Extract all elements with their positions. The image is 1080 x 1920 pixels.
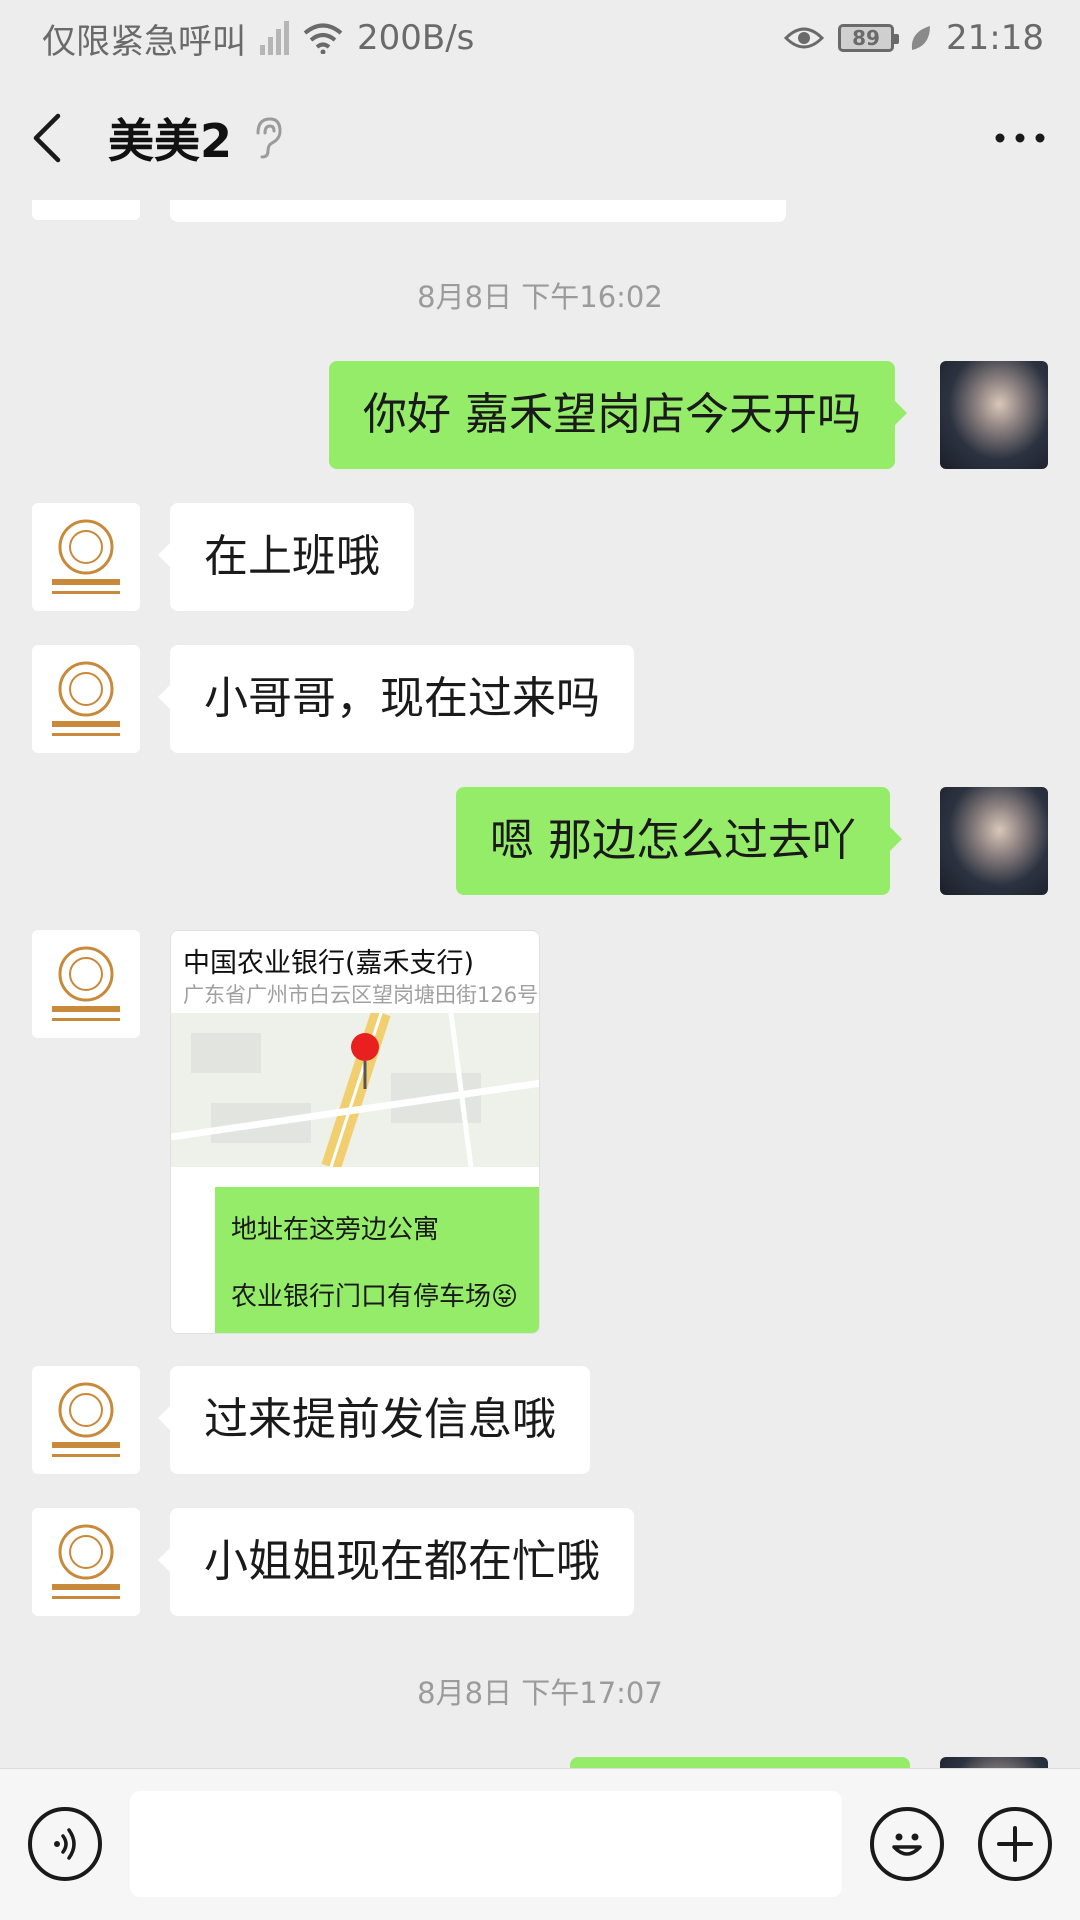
location-address: 广东省广州市白云区望岗塘田街126号 <box>183 983 539 1007</box>
avatar[interactable] <box>32 645 140 753</box>
message-bubble-partial[interactable] <box>570 1757 910 1768</box>
voice-button[interactable] <box>28 1807 102 1881</box>
more-button[interactable] <box>990 108 1050 168</box>
network-speed: 200B/s <box>357 18 475 58</box>
location-note: 地址在这旁边公寓 农业银行门口有停车场😝 <box>215 1187 539 1333</box>
location-name: 中国农业银行(嘉禾支行) <box>183 948 475 979</box>
avatar[interactable] <box>32 1508 140 1616</box>
clock: 21:18 <box>946 18 1044 58</box>
more-icon <box>995 133 1045 143</box>
message-bubble-outgoing[interactable]: 嗯 那边怎么过去吖 <box>456 787 902 895</box>
ear-icon <box>256 117 282 159</box>
eye-icon <box>784 27 825 49</box>
chat-area[interactable]: 8月8日 下午16:02 你好 嘉禾望岗店今天开吗 在上班哦 小哥哥，现在过来吗… <box>0 200 1080 1768</box>
battery-level: 89 <box>852 26 880 50</box>
message-text: 小哥哥，现在过来吗 <box>204 673 600 724</box>
message-input[interactable] <box>130 1791 842 1897</box>
timestamp: 8月8日 下午17:07 <box>417 1676 663 1710</box>
timestamp: 8月8日 下午16:02 <box>417 280 663 314</box>
nav-bar: 美美2 <box>0 76 1080 200</box>
shop-logo-icon <box>52 661 120 736</box>
message-bubble-incoming[interactable]: 在上班哦 <box>158 503 414 611</box>
status-right: 89 21:18 <box>784 18 1044 58</box>
signal-icon <box>260 21 289 55</box>
shop-logo-icon <box>52 519 120 594</box>
leaf-icon <box>911 26 931 50</box>
message-bubble-incoming[interactable]: 小哥哥，现在过来吗 <box>158 645 634 753</box>
back-button[interactable] <box>30 108 80 168</box>
battery-icon: 89 <box>838 24 900 52</box>
message-bubble-partial[interactable] <box>170 200 786 222</box>
avatar[interactable] <box>32 1366 140 1474</box>
message-text: 嗯 那边怎么过去吖 <box>490 815 856 866</box>
status-left: 仅限紧急呼叫 200B/s <box>42 14 474 63</box>
plus-button[interactable] <box>978 1807 1052 1881</box>
carrier-text: 仅限紧急呼叫 <box>42 21 246 62</box>
avatar[interactable] <box>32 200 140 220</box>
status-bar: 仅限紧急呼叫 200B/s 89 21:18 <box>0 0 1080 76</box>
voice-icon <box>54 1828 76 1860</box>
emoji-icon <box>892 1833 922 1856</box>
message-bubble-outgoing[interactable]: 你好 嘉禾望岗店今天开吗 <box>329 361 907 469</box>
message-text: 在上班哦 <box>204 531 380 582</box>
avatar[interactable] <box>32 930 140 1038</box>
location-note-line: 地址在这旁边公寓 <box>231 1215 440 1245</box>
plus-icon <box>997 1826 1033 1862</box>
input-bar <box>0 1768 1080 1920</box>
message-text: 过来提前发信息哦 <box>204 1394 556 1445</box>
shop-logo-icon <box>52 1382 120 1457</box>
message-bubble-incoming[interactable]: 过来提前发信息哦 <box>158 1366 590 1474</box>
emoji-button[interactable] <box>870 1807 944 1881</box>
wifi-icon <box>303 23 343 54</box>
message-text: 你好 嘉禾望岗店今天开吗 <box>363 389 861 440</box>
chat-title: 美美2 <box>108 114 233 168</box>
location-map[interactable] <box>171 1013 540 1167</box>
avatar[interactable] <box>940 1757 1048 1768</box>
shop-logo-icon <box>52 1524 120 1599</box>
chevron-left-icon <box>33 113 61 163</box>
location-card[interactable]: 中国农业银行(嘉禾支行) 广东省广州市白云区望岗塘田街126号 地址在这旁边公寓… <box>170 930 540 1334</box>
avatar[interactable] <box>32 503 140 611</box>
location-note-line: 农业银行门口有停车场😝 <box>231 1282 519 1312</box>
avatar[interactable] <box>940 787 1048 895</box>
shop-logo-icon <box>52 946 120 1021</box>
message-text: 小姐姐现在都在忙哦 <box>204 1536 600 1587</box>
message-bubble-incoming[interactable]: 小姐姐现在都在忙哦 <box>158 1508 634 1616</box>
avatar[interactable] <box>940 361 1048 469</box>
